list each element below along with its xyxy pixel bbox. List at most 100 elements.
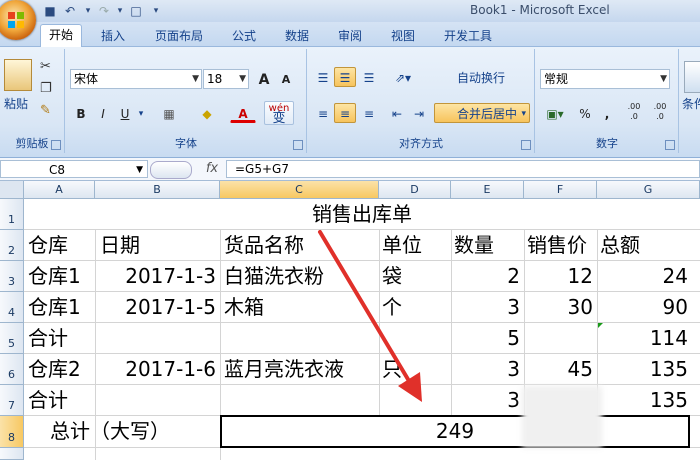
cell-a4[interactable]: 仓库1 — [28, 294, 81, 320]
column-header-g[interactable]: G — [597, 181, 700, 199]
cell-a2[interactable]: 仓库 — [28, 232, 68, 258]
column-header-c[interactable]: C — [220, 181, 379, 199]
align-center-icon[interactable]: ≡ — [334, 103, 356, 123]
cell-b3[interactable]: 2017-1-3 — [96, 263, 216, 289]
grow-font-button[interactable]: A — [254, 69, 274, 89]
cell-f2[interactable]: 销售价 — [527, 232, 587, 258]
alignment-launcher-icon[interactable] — [521, 140, 531, 150]
row-header-3[interactable]: 3 — [0, 261, 24, 292]
font-name-combo[interactable]: 宋体 ▼ — [70, 69, 202, 89]
bold-button[interactable]: B — [72, 103, 90, 123]
cell-a8[interactable]: 总计（大写） — [50, 418, 170, 444]
number-format-combo[interactable]: 常规 ▼ — [540, 69, 670, 89]
undo-icon[interactable]: ↶ — [62, 3, 78, 19]
comma-style-button[interactable]: , — [598, 103, 616, 123]
row-header-4[interactable]: 4 — [0, 292, 24, 323]
redo-icon[interactable]: ↷ — [96, 3, 112, 19]
cell-b2[interactable]: 日期 — [100, 232, 140, 258]
orientation-icon[interactable]: ⇗▾ — [388, 67, 418, 87]
sheet-title[interactable]: 销售出库单 — [24, 201, 700, 227]
row-header-9[interactable] — [0, 448, 24, 460]
phonetic-button[interactable]: wén 变 — [264, 101, 294, 125]
cell-b4[interactable]: 2017-1-5 — [96, 294, 216, 320]
align-left-icon[interactable]: ≡ — [312, 103, 334, 123]
decrease-decimal-button[interactable]: .00 .0 — [648, 101, 672, 121]
paste-button[interactable]: 粘贴 — [4, 95, 28, 112]
row-header-7[interactable]: 7 — [0, 385, 24, 416]
increase-indent-icon[interactable]: ⇥ — [408, 103, 430, 123]
cell-c8[interactable]: 249 — [220, 418, 690, 444]
tab-page-layout[interactable]: 页面布局 — [155, 27, 203, 44]
align-top-icon[interactable]: ☰ — [312, 67, 334, 87]
font-launcher-icon[interactable] — [293, 140, 303, 150]
cell-g7[interactable]: 135 — [598, 387, 688, 413]
cell-c6[interactable]: 蓝月亮洗衣液 — [224, 356, 344, 382]
row-header-5[interactable]: 5 — [0, 323, 24, 354]
insert-function-icon[interactable]: fx — [203, 160, 221, 178]
cell-e3[interactable]: 2 — [452, 263, 520, 289]
tab-home[interactable]: 开始 — [40, 24, 83, 47]
fill-color-icon[interactable]: ◆ — [194, 103, 220, 123]
format-painter-icon[interactable]: ✎ — [40, 103, 51, 118]
conditional-format-button[interactable]: 条件 — [682, 95, 700, 112]
cell-e6[interactable]: 3 — [452, 356, 520, 382]
cell-e2[interactable]: 数量 — [454, 232, 494, 258]
undo-dropdown-icon[interactable]: ▾ — [80, 3, 96, 19]
row-header-2[interactable]: 2 — [0, 230, 24, 261]
cell-a5[interactable]: 合计 — [28, 325, 68, 351]
borders-icon[interactable]: ▦ — [156, 103, 182, 123]
cell-e7[interactable]: 3 — [452, 387, 520, 413]
number-launcher-icon[interactable] — [665, 140, 675, 150]
cell-d2[interactable]: 单位 — [382, 232, 422, 258]
formula-input[interactable]: =G5+G7 — [226, 160, 700, 178]
cell-f6[interactable]: 45 — [525, 356, 593, 382]
align-middle-icon[interactable]: ☰ — [334, 67, 356, 87]
cell-b6[interactable]: 2017-1-6 — [96, 356, 216, 382]
redo-dropdown-icon[interactable]: ▾ — [112, 3, 128, 19]
column-header-f[interactable]: F — [524, 181, 597, 199]
column-header-a[interactable]: A — [24, 181, 95, 199]
select-all-corner[interactable] — [0, 181, 24, 199]
cell-c4[interactable]: 木箱 — [224, 294, 264, 320]
shrink-font-button[interactable]: A — [276, 69, 296, 89]
cell-f4[interactable]: 30 — [525, 294, 593, 320]
row-header-1[interactable]: 1 — [0, 199, 24, 230]
font-size-combo[interactable]: 18 ▼ — [203, 69, 249, 89]
increase-decimal-button[interactable]: .00 .0 — [622, 101, 646, 121]
worksheet-grid[interactable]: A B C D E F G 1 2 3 4 5 6 7 8 销售出库单 仓库 日… — [0, 181, 700, 460]
cell-g5[interactable]: 114 — [598, 325, 688, 351]
cut-icon[interactable]: ✂ — [40, 59, 51, 74]
tab-data[interactable]: 数据 — [285, 27, 309, 44]
cell-f3[interactable]: 12 — [525, 263, 593, 289]
cell-g6[interactable]: 135 — [598, 356, 688, 382]
cell-a3[interactable]: 仓库1 — [28, 263, 81, 289]
conditional-format-icon[interactable] — [684, 61, 700, 93]
tab-insert[interactable]: 插入 — [101, 27, 125, 44]
cell-d4[interactable]: 个 — [382, 294, 402, 320]
paste-icon[interactable] — [4, 59, 32, 91]
cell-c3[interactable]: 白猫洗衣粉 — [224, 263, 324, 289]
cell-g2[interactable]: 总额 — [600, 232, 640, 258]
align-bottom-icon[interactable]: ☰ — [358, 67, 380, 87]
customize-qat-icon[interactable]: ▾ — [148, 3, 164, 19]
cell-c2[interactable]: 货品名称 — [224, 232, 304, 258]
column-header-b[interactable]: B — [95, 181, 220, 199]
tab-developer[interactable]: 开发工具 — [444, 27, 492, 44]
save-icon[interactable]: ■ — [42, 3, 58, 19]
align-right-icon[interactable]: ≡ — [358, 103, 380, 123]
cell-a7[interactable]: 合计 — [28, 387, 68, 413]
clipboard-launcher-icon[interactable] — [51, 140, 61, 150]
underline-dropdown-icon[interactable]: ▾ — [136, 103, 146, 123]
column-header-d[interactable]: D — [379, 181, 451, 199]
font-color-icon[interactable]: A — [230, 103, 256, 123]
name-box[interactable]: C8 ▼ — [0, 160, 148, 178]
tab-review[interactable]: 审阅 — [338, 27, 362, 44]
decrease-indent-icon[interactable]: ⇤ — [386, 103, 408, 123]
row-header-8[interactable]: 8 — [0, 416, 24, 448]
accounting-format-icon[interactable]: ▣▾ — [540, 103, 570, 123]
merge-center-button[interactable]: 合并后居中 ▾ — [434, 103, 530, 123]
percent-style-button[interactable]: % — [576, 103, 594, 123]
column-header-e[interactable]: E — [451, 181, 524, 199]
copy-icon[interactable]: ❐ — [40, 81, 52, 96]
underline-button[interactable]: U — [116, 103, 134, 123]
